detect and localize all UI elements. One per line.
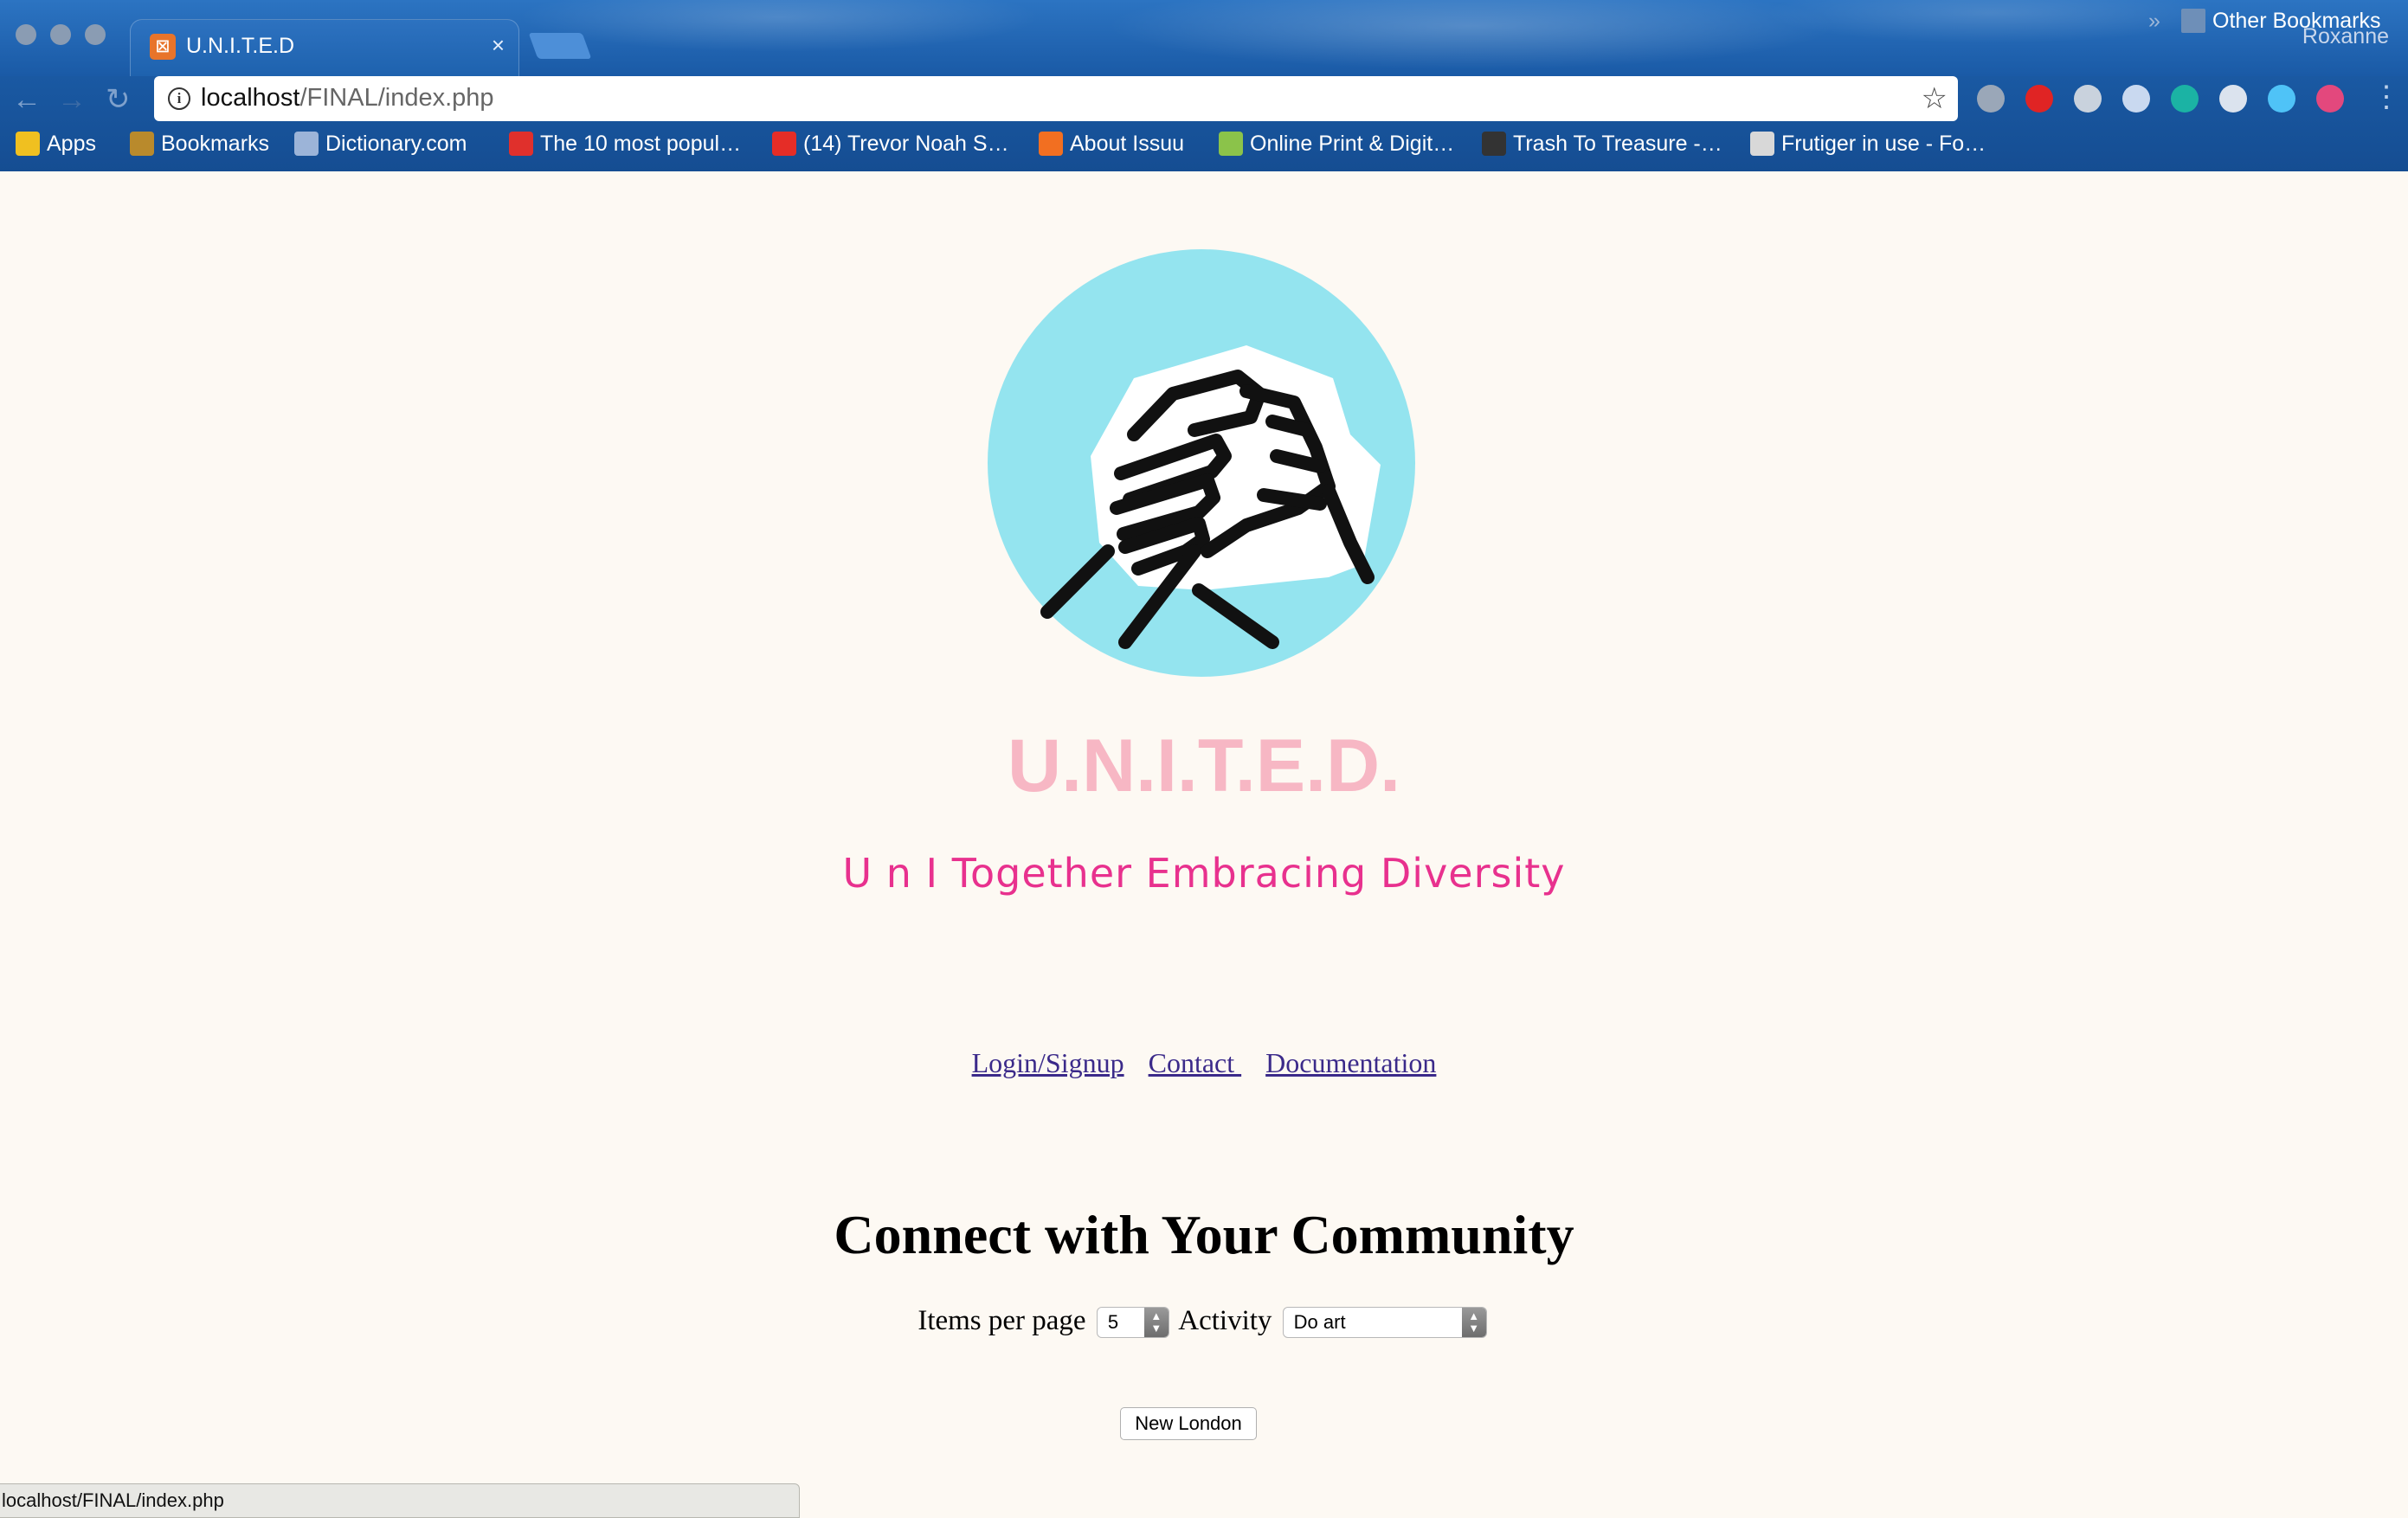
site-tagline: U n I Together Embracing Diversity — [842, 850, 1566, 897]
mendeley-icon[interactable] — [2171, 85, 2199, 113]
bookmark-label: Bookmarks — [161, 132, 270, 156]
tab-title: U.N.I.T.E.D — [186, 34, 295, 58]
toggl-icon[interactable] — [2316, 85, 2344, 113]
print-icon — [1219, 132, 1243, 156]
trash-treasure-icon — [1482, 132, 1506, 156]
bookmark-item[interactable]: Apps — [16, 132, 96, 157]
activity-select[interactable]: Do art ▲ ▼ — [1282, 1307, 1487, 1339]
items-per-page-value: 5 — [1107, 1311, 1119, 1334]
minimize-window-button[interactable] — [50, 24, 71, 45]
location-button[interactable]: New London — [1120, 1407, 1257, 1440]
filters-row: Items per page 5 ▲ ▼ Activity Do art ▲ ▼ — [0, 1305, 2408, 1339]
bookmark-item[interactable]: Bookmarks — [130, 132, 269, 157]
address-url[interactable]: localhost/FINAL/index.php — [201, 84, 494, 113]
pocket-icon[interactable] — [1977, 85, 2005, 113]
url-host: localhost — [201, 84, 300, 112]
bookmark-label: The 10 most popul… — [540, 132, 742, 156]
url-path: /FINAL/index.php — [299, 84, 494, 112]
dropbox-icon[interactable] — [2122, 85, 2150, 113]
evernote-icon[interactable] — [2074, 85, 2102, 113]
new-tab-button[interactable] — [528, 33, 592, 59]
tab-united[interactable]: ☒ U.N.I.T.E.D × — [130, 19, 519, 76]
back-arrow-icon[interactable]: ← — [12, 83, 42, 116]
select-arrows-icon: ▲ ▼ — [1461, 1308, 1486, 1338]
bookmark-item[interactable]: (14) Trevor Noah S… — [772, 132, 1009, 157]
bookmark-label: Frutiger in use - Fo… — [1781, 132, 1986, 156]
activity-label: Activity — [1178, 1305, 1272, 1336]
other-bookmarks-label: Other Bookmarks — [2212, 9, 2381, 33]
bookmark-label: Dictionary.com — [325, 132, 467, 156]
bookmark-label: About Issuu — [1070, 132, 1185, 156]
bookmark-label: (14) Trevor Noah S… — [803, 132, 1009, 156]
buffer-icon[interactable] — [2268, 85, 2295, 113]
bookmark-item[interactable]: Trash To Treasure -… — [1482, 132, 1722, 157]
bookmark-label: Online Print & Digit… — [1250, 132, 1455, 156]
activity-value: Do art — [1293, 1311, 1346, 1334]
chrome-menu-icon[interactable]: ⋮ — [2372, 80, 2401, 114]
items-per-page-label: Items per page — [917, 1305, 1086, 1336]
bookmark-label: Trash To Treasure -… — [1513, 132, 1722, 156]
bookmark-item[interactable]: Frutiger in use - Fo… — [1750, 132, 1986, 157]
drive-icon[interactable] — [2219, 85, 2247, 113]
close-window-button[interactable] — [16, 24, 36, 45]
arm-wrestling-hands-icon — [988, 249, 1415, 677]
star-icon — [130, 132, 154, 156]
select-arrows-icon: ▲ ▼ — [1143, 1308, 1169, 1338]
fonts-in-use-icon — [1750, 132, 1774, 156]
info-icon[interactable]: i — [168, 87, 190, 110]
bookmark-item[interactable]: Dictionary.com — [294, 132, 467, 157]
issuu-icon — [1039, 132, 1063, 156]
bookmark-label: Apps — [47, 132, 96, 156]
bookmark-item[interactable]: The 10 most popul… — [509, 132, 741, 157]
site-title: U.N.I.T.E.D. — [1008, 724, 1400, 807]
main-nav: Login/Signup Contact Documentation — [0, 1047, 2408, 1079]
apps-grid-icon — [16, 132, 40, 156]
bookmark-item[interactable]: About Issuu — [1039, 132, 1184, 157]
status-bar: localhost/FINAL/index.php — [0, 1483, 800, 1518]
page-heading: Connect with Your Community — [834, 1204, 1574, 1265]
bookmark-item[interactable]: Online Print & Digit… — [1219, 132, 1454, 157]
forward-arrow-icon[interactable]: → — [57, 83, 87, 116]
dictionary-icon — [294, 132, 319, 156]
zoom-window-button[interactable] — [85, 24, 106, 45]
bookmarks-overflow-icon[interactable]: » — [2148, 9, 2160, 34]
tab-close-icon[interactable]: × — [492, 32, 505, 59]
xampp-favicon-icon: ☒ — [150, 34, 176, 60]
bookmark-star-icon[interactable]: ☆ — [1922, 81, 1948, 116]
documentation-link[interactable]: Documentation — [1265, 1047, 1436, 1078]
contact-link[interactable]: Contact — [1149, 1047, 1242, 1078]
folder-icon — [2181, 9, 2205, 33]
youtube-icon — [772, 132, 796, 156]
items-per-page-select[interactable]: 5 ▲ ▼ — [1096, 1307, 1169, 1339]
other-bookmarks[interactable]: Other Bookmarks — [2181, 9, 2381, 34]
t-icon — [509, 132, 533, 156]
reload-icon[interactable]: ↻ — [106, 83, 131, 116]
browser-chrome: ☒ U.N.I.T.E.D × Roxanne ← → ↻ i localhos… — [0, 0, 2408, 171]
login-signup-link[interactable]: Login/Signup — [972, 1047, 1124, 1078]
adblock-icon[interactable] — [2025, 85, 2053, 113]
address-bar[interactable]: i localhost/FINAL/index.php ☆ — [154, 76, 1958, 121]
